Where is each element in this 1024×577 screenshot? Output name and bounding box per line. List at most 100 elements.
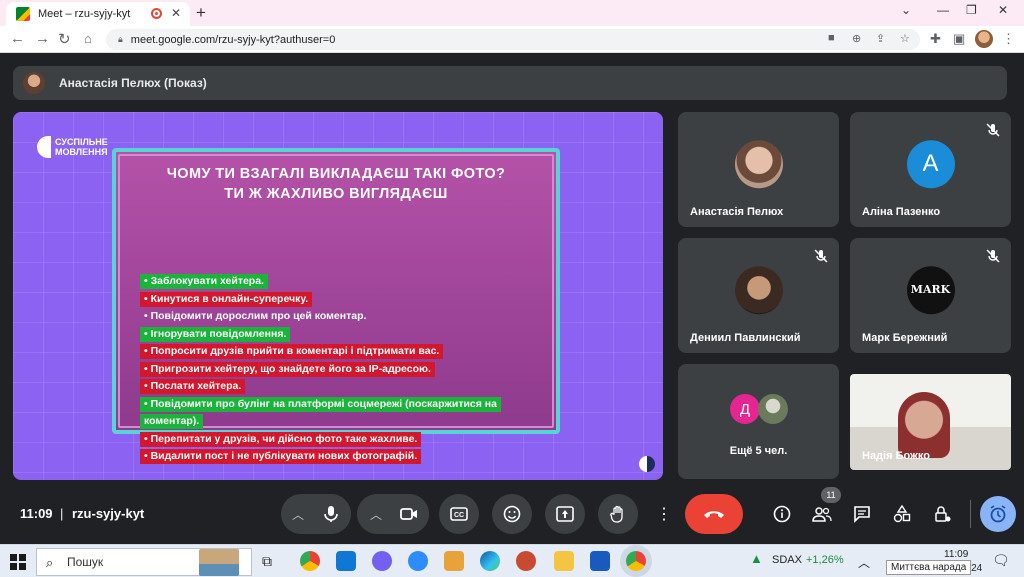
participant-tile[interactable]: Анастасія Пелюх xyxy=(678,112,839,227)
chrome-active-app-icon[interactable] xyxy=(626,551,646,571)
stock-change: +1,26% xyxy=(806,554,844,566)
more-participants-tile[interactable]: Д Ещё 5 чел. xyxy=(678,364,839,479)
taskbar-search-input[interactable]: ⌕ Пошук xyxy=(36,548,252,576)
emoji-button[interactable] xyxy=(492,494,532,534)
tray-chevron-icon[interactable]: ︿ xyxy=(858,554,870,571)
raise-hand-button[interactable] xyxy=(598,494,638,534)
participant-name: Аліна Пазенко xyxy=(862,206,941,218)
mic-icon xyxy=(324,506,338,522)
mic-button[interactable] xyxy=(311,494,351,534)
notification-icon[interactable]: 🗨︎ xyxy=(992,552,1010,569)
present-screen-button[interactable] xyxy=(545,494,585,534)
firefox-app-icon[interactable] xyxy=(516,551,536,571)
chevron-down-icon[interactable]: ⌄ xyxy=(901,3,911,17)
task-view-icon[interactable]: ⧉ xyxy=(262,553,282,573)
answer-option: • Повідомити дорослим про цей коментар. xyxy=(144,310,367,322)
participant-video xyxy=(898,392,950,458)
more-options-button[interactable]: ⋮ xyxy=(652,494,676,534)
people-button[interactable] xyxy=(810,502,834,526)
companion-timer-button[interactable] xyxy=(980,496,1016,532)
mic-off-icon xyxy=(986,249,1000,263)
participant-tile[interactable]: Дениил Павлинский xyxy=(678,238,839,353)
extensions-icon[interactable]: ✚ xyxy=(930,31,941,47)
participant-tile[interactable]: MARK Марк Бережний xyxy=(850,238,1011,353)
file-explorer-icon[interactable] xyxy=(554,551,574,571)
zoom-app-icon[interactable] xyxy=(408,551,428,571)
participant-avatar: A xyxy=(906,139,955,188)
more-vert-icon: ⋮ xyxy=(656,506,672,523)
close-window-button[interactable]: ✕ xyxy=(998,3,1008,17)
activities-icon xyxy=(893,505,911,523)
camera-icon[interactable]: ■ xyxy=(828,32,835,44)
meeting-clock: 11:09 xyxy=(20,506,53,521)
windows-start-icon[interactable] xyxy=(10,554,26,570)
answer-option: • Повідомити про булінг на платформі соц… xyxy=(140,396,501,412)
outlook-app-icon[interactable] xyxy=(336,551,356,571)
meet-stage: Анастасія Пелюх (Показ) СУСПІЛЬНЕ МОВЛЕН… xyxy=(0,54,1024,544)
participant-tile[interactable]: A Аліна Пазенко xyxy=(850,112,1011,227)
profile-avatar[interactable] xyxy=(975,30,993,48)
menu-kebab-icon[interactable]: ⋮ xyxy=(1002,31,1015,47)
stock-name: SDAX xyxy=(772,554,802,566)
zoom-icon[interactable]: ⊕ xyxy=(852,32,861,45)
meeting-code: rzu-syjy-kyt xyxy=(72,506,145,521)
chrome-app-icon[interactable] xyxy=(300,551,320,571)
broadcaster-logo: СУСПІЛЬНЕ МОВЛЕННЯ xyxy=(37,136,108,158)
video-camera-icon xyxy=(400,508,417,520)
lock-icon: 🔒︎ xyxy=(118,34,123,44)
word-app-icon[interactable] xyxy=(590,551,610,571)
chat-icon xyxy=(854,506,870,523)
camera-options-chevron-icon[interactable]: ︿ xyxy=(364,502,388,526)
people-icon xyxy=(812,507,832,522)
viber-app-icon[interactable] xyxy=(372,551,392,571)
screen: Meet – rzu-syjy-kyt ✕ + ⌄ — ❐ ✕ ← → ↻ ⌂ … xyxy=(0,0,1024,577)
tab-title: Meet – rzu-syjy-kyt xyxy=(38,8,131,20)
edge-app-icon[interactable] xyxy=(480,551,500,571)
side-panel-icon[interactable]: ▣ xyxy=(953,31,965,47)
new-tab-button[interactable]: + xyxy=(196,3,206,23)
clock-time[interactable]: 11:09 xyxy=(944,549,968,560)
hang-up-icon xyxy=(704,511,724,518)
bookmark-star-icon[interactable]: ☆ xyxy=(900,32,910,45)
recording-indicator-icon xyxy=(151,8,162,19)
slide-title-line2: ТИ Ж ЖАХЛИВО ВИГЛЯДАЄШ xyxy=(224,186,448,202)
participant-avatar xyxy=(734,139,783,188)
presenter-label: Анастасія Пелюх (Показ) xyxy=(59,76,207,90)
tab-close-icon[interactable]: ✕ xyxy=(171,6,181,20)
paint-app-icon[interactable] xyxy=(444,551,464,571)
forward-arrow-icon[interactable]: → xyxy=(35,30,50,47)
browser-tab[interactable]: Meet – rzu-syjy-kyt ✕ xyxy=(6,2,190,26)
answer-option: • Кинутися в онлайн-суперечку. xyxy=(140,291,313,307)
participant-avatar xyxy=(758,394,788,424)
minimize-button[interactable]: — xyxy=(937,3,949,17)
share-icon[interactable]: ⇪ xyxy=(876,32,885,45)
camera-button[interactable] xyxy=(389,494,429,534)
mic-options-chevron-icon[interactable]: ︿ xyxy=(286,502,310,526)
url-input[interactable]: 🔒︎ meet.google.com/rzu-syjy-kyt?authuser… xyxy=(106,29,920,50)
activities-button[interactable] xyxy=(890,502,914,526)
address-toolbar: ← → ↻ ⌂ 🔒︎ meet.google.com/rzu-syjy-kyt?… xyxy=(0,26,1024,53)
presenter-avatar xyxy=(23,72,45,94)
answer-option: • Послати хейтера. xyxy=(140,379,246,394)
slide-title: ЧОМУ ТИ ВЗАГАЛІ ВИКЛАДАЄШ ТАКІ ФОТО? ТИ … xyxy=(123,164,549,204)
mic-off-icon xyxy=(986,123,1000,137)
logo-line1: СУСПІЛЬНЕ xyxy=(55,137,108,147)
participant-name: Марк Бережний xyxy=(862,332,948,344)
meeting-info-button[interactable] xyxy=(770,502,794,526)
reload-icon[interactable]: ↻ xyxy=(58,30,71,48)
participants-count-badge: 11 xyxy=(821,487,841,503)
url-text: meet.google.com/rzu-syjy-kyt?authuser=0 xyxy=(130,33,336,46)
self-view-tile[interactable]: Надія Божко xyxy=(850,374,1011,470)
participant-avatar: Д xyxy=(730,394,760,424)
answer-option: • Попросити друзів прийти в коментарі і … xyxy=(140,344,444,359)
host-controls-button[interactable] xyxy=(930,502,954,526)
chat-button[interactable] xyxy=(850,502,874,526)
captions-button[interactable]: CC xyxy=(439,494,479,534)
back-arrow-icon[interactable]: ← xyxy=(10,30,25,47)
browser-tab-strip: Meet – rzu-syjy-kyt ✕ + ⌄ — ❐ ✕ xyxy=(0,0,1024,26)
present-icon xyxy=(556,506,574,522)
home-icon[interactable]: ⌂ xyxy=(84,31,92,46)
restore-button[interactable]: ❐ xyxy=(966,3,977,17)
leave-call-button[interactable] xyxy=(685,494,743,534)
search-placeholder: Пошук xyxy=(67,555,104,569)
